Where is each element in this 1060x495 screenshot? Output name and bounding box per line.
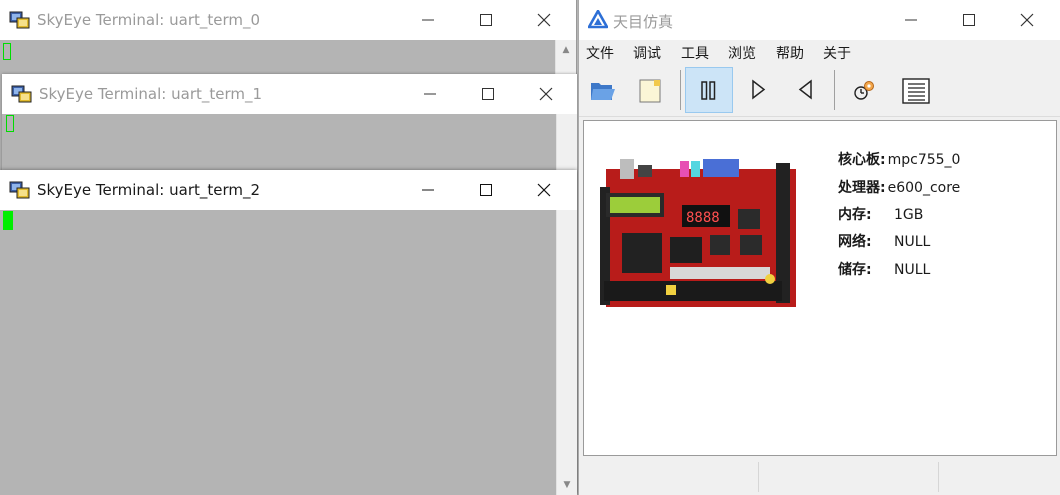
info-row-network: 网络: NULL xyxy=(838,231,930,251)
toolbar xyxy=(579,64,1060,117)
menu-help[interactable]: 帮助 xyxy=(776,43,804,63)
title-bar[interactable]: 天目仿真 xyxy=(579,0,1060,40)
step-back-button[interactable] xyxy=(783,67,829,113)
maximize-icon xyxy=(480,14,492,26)
maximize-button[interactable] xyxy=(457,0,515,40)
menu-file[interactable]: 文件 xyxy=(586,43,614,63)
dev-board-image: 8888 xyxy=(600,159,796,307)
maximize-button[interactable] xyxy=(459,74,517,114)
close-button[interactable] xyxy=(517,74,575,114)
folder-open-icon xyxy=(591,83,615,100)
terminal-cursor xyxy=(6,115,14,132)
terminal-output[interactable] xyxy=(0,210,577,495)
maximize-icon xyxy=(482,88,494,100)
maximize-icon xyxy=(480,184,492,196)
toolbar-separator xyxy=(680,70,681,110)
close-button[interactable] xyxy=(515,0,573,40)
vertical-scrollbar[interactable]: ▼ xyxy=(556,210,577,495)
window-title: 天目仿真 xyxy=(613,13,674,31)
info-label: 处理器: xyxy=(838,180,886,196)
skyeye-terminal-icon xyxy=(9,181,30,199)
run-button[interactable] xyxy=(735,67,781,113)
minimize-button[interactable] xyxy=(399,0,457,40)
title-bar[interactable]: SkyEye Terminal: uart_term_2 xyxy=(0,170,577,210)
minimize-icon xyxy=(422,189,434,191)
status-cell xyxy=(939,462,1057,492)
list-icon xyxy=(902,78,930,104)
timer-settings-button[interactable] xyxy=(841,67,887,113)
title-bar[interactable]: SkyEye Terminal: uart_term_0 xyxy=(0,0,576,40)
maximize-button[interactable] xyxy=(940,0,998,40)
play-icon xyxy=(752,79,766,100)
info-row-storage: 储存: NULL xyxy=(838,259,930,279)
svg-text:8888: 8888 xyxy=(686,210,720,226)
info-value: mpc755_0 xyxy=(887,152,961,168)
close-button[interactable] xyxy=(998,0,1056,40)
info-value: 1GB xyxy=(894,207,924,223)
info-label: 网络: xyxy=(838,234,872,250)
close-button[interactable] xyxy=(515,170,573,210)
new-file-icon xyxy=(639,79,661,103)
window-title: SkyEye Terminal: uart_term_1 xyxy=(39,85,263,103)
info-label: 核心板: xyxy=(838,152,886,168)
pause-icon xyxy=(701,81,716,100)
menu-tools[interactable]: 工具 xyxy=(681,43,709,63)
minimize-icon xyxy=(422,19,434,21)
window-title: SkyEye Terminal: uart_term_2 xyxy=(37,181,261,199)
info-label: 储存: xyxy=(838,262,872,278)
terminal-cursor xyxy=(3,43,11,60)
minimize-icon xyxy=(424,93,436,95)
scroll-up-icon[interactable]: ▲ xyxy=(556,40,576,60)
window-title: SkyEye Terminal: uart_term_0 xyxy=(37,11,261,29)
info-value: e600_core xyxy=(887,180,961,196)
log-button[interactable] xyxy=(891,67,937,113)
open-button[interactable] xyxy=(579,67,625,113)
menu-browse[interactable]: 浏览 xyxy=(728,43,756,63)
status-bar xyxy=(583,462,1057,492)
skyeye-terminal-icon xyxy=(11,85,32,103)
menu-debug[interactable]: 调试 xyxy=(633,43,661,63)
info-value: NULL xyxy=(894,234,931,250)
info-value: NULL xyxy=(894,262,931,278)
info-row-memory: 内存: 1GB xyxy=(838,204,923,224)
close-icon xyxy=(537,183,551,197)
simulator-main-window[interactable]: 天目仿真 文件 调试 工具 浏览 帮助 关于 8888 核心板: mpc755_… xyxy=(578,0,1060,495)
menu-about[interactable]: 关于 xyxy=(823,43,851,63)
step-back-icon xyxy=(798,79,812,100)
maximize-button[interactable] xyxy=(457,170,515,210)
new-button[interactable] xyxy=(627,67,673,113)
minimize-icon xyxy=(905,19,917,21)
terminal-window-uart2[interactable]: SkyEye Terminal: uart_term_2 ▼ xyxy=(0,170,577,495)
close-icon xyxy=(1020,13,1034,27)
status-cell xyxy=(583,462,759,492)
title-bar[interactable]: SkyEye Terminal: uart_term_1 xyxy=(2,74,577,114)
info-label: 内存: xyxy=(838,207,872,223)
board-info-panel: 8888 核心板: mpc755_0 处理器: e600_core 内存: 1GB 网… xyxy=(583,120,1057,456)
toolbar-separator xyxy=(834,70,835,110)
close-icon xyxy=(539,87,553,101)
maximize-icon xyxy=(963,14,975,26)
minimize-button[interactable] xyxy=(882,0,940,40)
info-row-cpu: 处理器: e600_core xyxy=(838,177,960,197)
minimize-button[interactable] xyxy=(401,74,459,114)
status-cell xyxy=(759,462,939,492)
terminal-cursor xyxy=(3,211,13,230)
app-logo-icon xyxy=(588,10,608,29)
close-icon xyxy=(537,13,551,27)
timer-settings-icon xyxy=(854,81,874,100)
menu-bar: 文件 调试 工具 浏览 帮助 关于 xyxy=(579,40,1060,64)
scroll-down-icon[interactable]: ▼ xyxy=(557,475,577,495)
skyeye-terminal-icon xyxy=(9,11,30,29)
info-row-board: 核心板: mpc755_0 xyxy=(838,149,960,169)
pause-button[interactable] xyxy=(685,67,733,113)
minimize-button[interactable] xyxy=(399,170,457,210)
